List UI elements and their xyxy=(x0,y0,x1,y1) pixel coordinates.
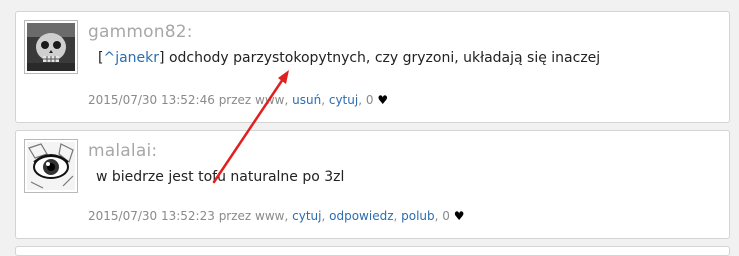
comment-text: w biedrze jest tofu naturalne po 3zl xyxy=(96,169,345,185)
avatar[interactable] xyxy=(24,139,78,193)
comment-meta: 2015/07/30 13:52:23 przez www, cytuj, od… xyxy=(88,208,465,224)
delete-link[interactable]: usuń xyxy=(292,93,321,107)
comment-body: [^janekr] odchody parzystokopytnych, czy… xyxy=(98,49,600,67)
like-count: 0 xyxy=(365,93,374,107)
meta-separator: , xyxy=(358,93,366,107)
comment-author[interactable]: gammon82: xyxy=(88,21,193,43)
meta-separator: , xyxy=(284,93,293,107)
quote-link[interactable]: cytuj xyxy=(292,209,321,223)
heart-icon[interactable]: ♥ xyxy=(377,93,388,107)
meta-separator: , xyxy=(321,93,329,107)
reply-action-link[interactable]: odpowiedz xyxy=(329,209,393,223)
comment-meta: 2015/07/30 13:52:46 przez www, usuń, cyt… xyxy=(88,92,388,108)
next-comment-card-edge xyxy=(15,246,730,256)
meta-separator: , xyxy=(321,209,330,223)
comment-timestamp: 2015/07/30 13:52:46 xyxy=(88,93,215,107)
by-prefix: przez xyxy=(214,209,256,223)
meta-separator: , xyxy=(393,209,402,223)
comment-author[interactable]: malalai: xyxy=(88,140,157,162)
quote-link[interactable]: cytuj xyxy=(329,93,358,107)
comment-text: odchody parzystokopytnych, czy gryzoni, … xyxy=(164,50,601,66)
like-link[interactable]: polub xyxy=(401,209,435,223)
comment-card: malalai: w biedrze jest tofu naturalne p… xyxy=(15,130,730,239)
by-prefix: przez xyxy=(214,93,256,107)
comment-card: gammon82: [^janekr] odchody parzystokopy… xyxy=(15,11,730,123)
comment-by-user: www xyxy=(255,209,285,223)
heart-icon[interactable]: ♥ xyxy=(454,209,465,223)
eye-avatar-icon xyxy=(27,142,75,190)
comment-timestamp: 2015/07/30 13:52:23 xyxy=(88,209,215,223)
comment-body: w biedrze jest tofu naturalne po 3zl xyxy=(96,168,344,186)
comment-by-user: www xyxy=(255,93,285,107)
like-count: 0 xyxy=(442,209,450,223)
skull-avatar-icon xyxy=(27,23,75,71)
avatar[interactable] xyxy=(24,20,78,74)
meta-separator: , xyxy=(284,209,293,223)
reply-link[interactable]: ^janekr xyxy=(103,50,159,66)
